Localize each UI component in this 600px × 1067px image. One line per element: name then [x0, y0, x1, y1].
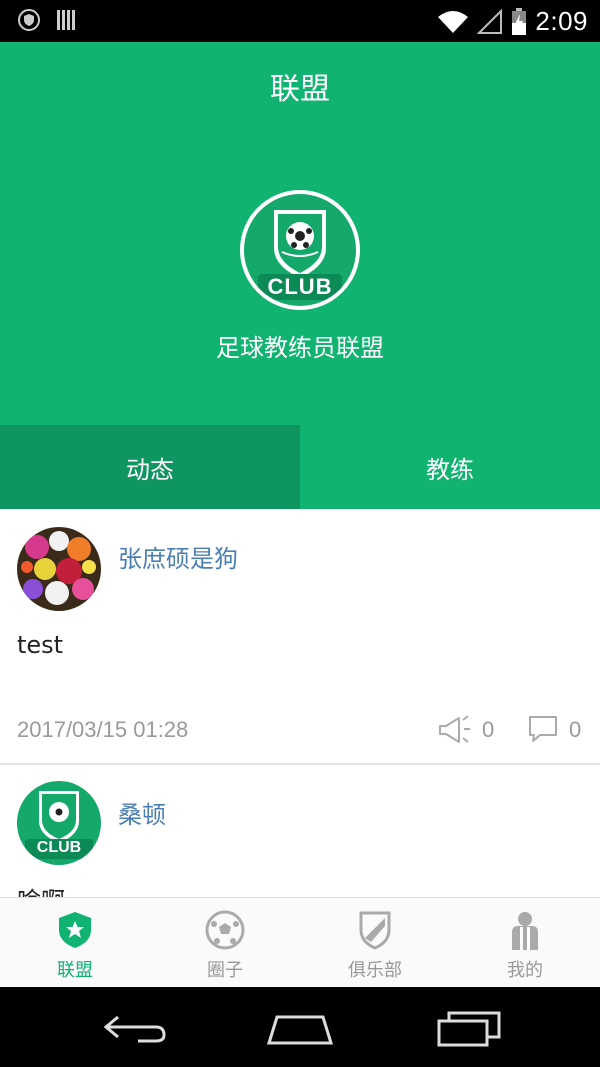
list-item[interactable]: CLUB 桑顿 啥啊	[0, 765, 600, 897]
nav-league[interactable]: 联盟	[0, 898, 150, 988]
tab-bar: 动态 教练	[0, 425, 600, 509]
comment-count: 0	[569, 717, 582, 742]
barcode-icon	[57, 10, 75, 30]
tab-activity[interactable]: 动态	[0, 425, 300, 509]
club-shield-icon	[359, 911, 391, 950]
bottom-nav: 联盟 圈子 俱乐部 我的	[0, 897, 600, 988]
nav-me[interactable]: 我的	[450, 898, 600, 988]
nav-circle[interactable]: 圈子	[150, 898, 300, 988]
signal-icon	[477, 8, 503, 34]
tab-coaches[interactable]: 教练	[300, 425, 600, 509]
flowers-avatar-icon	[17, 527, 101, 611]
nav-league-label: 联盟	[57, 960, 93, 981]
league-header: 联盟 CLUB 足球教练员联盟	[0, 42, 600, 425]
home-icon[interactable]	[265, 1005, 335, 1049]
back-icon[interactable]	[98, 1005, 168, 1049]
nav-club[interactable]: 俱乐部	[300, 898, 450, 988]
avatar[interactable]	[17, 527, 101, 611]
post-timestamp: 2017/03/15 01:28	[17, 717, 189, 742]
recent-apps-icon[interactable]	[435, 1005, 505, 1049]
club-logo: CLUB	[240, 190, 360, 310]
list-item[interactable]: 张庶硕是狗 test 2017/03/15 01:28 0 0	[0, 509, 600, 765]
megaphone-icon[interactable]	[437, 714, 471, 744]
battery-icon	[512, 7, 527, 35]
avatar[interactable]: CLUB	[17, 781, 101, 865]
like-count: 0	[482, 717, 495, 742]
system-nav-bar	[0, 987, 600, 1067]
nav-me-label: 我的	[507, 960, 543, 981]
comment-icon[interactable]	[528, 715, 558, 743]
status-bar: 2:09	[0, 0, 600, 42]
post-username[interactable]: 张庶硕是狗	[118, 539, 238, 574]
soccer-ball-icon	[205, 910, 245, 950]
player-icon	[512, 912, 538, 950]
wifi-icon	[438, 10, 469, 33]
post-content: test	[17, 631, 64, 659]
post-content: 啥啊	[17, 881, 65, 897]
club-logo-text: CLUB	[267, 274, 333, 299]
shield-star-icon	[59, 912, 91, 948]
feed-list[interactable]: 张庶硕是狗 test 2017/03/15 01:28 0 0 CLUB 桑顿 …	[0, 509, 600, 897]
avatar-club-text: CLUB	[36, 839, 82, 856]
post-username[interactable]: 桑顿	[118, 795, 166, 830]
nav-club-label: 俱乐部	[348, 960, 402, 981]
club-name: 足球教练员联盟	[216, 334, 384, 362]
security-shield-icon	[18, 9, 40, 31]
nav-circle-label: 圈子	[207, 960, 243, 981]
clock: 2:09	[535, 6, 588, 36]
page-title: 联盟	[270, 72, 330, 107]
